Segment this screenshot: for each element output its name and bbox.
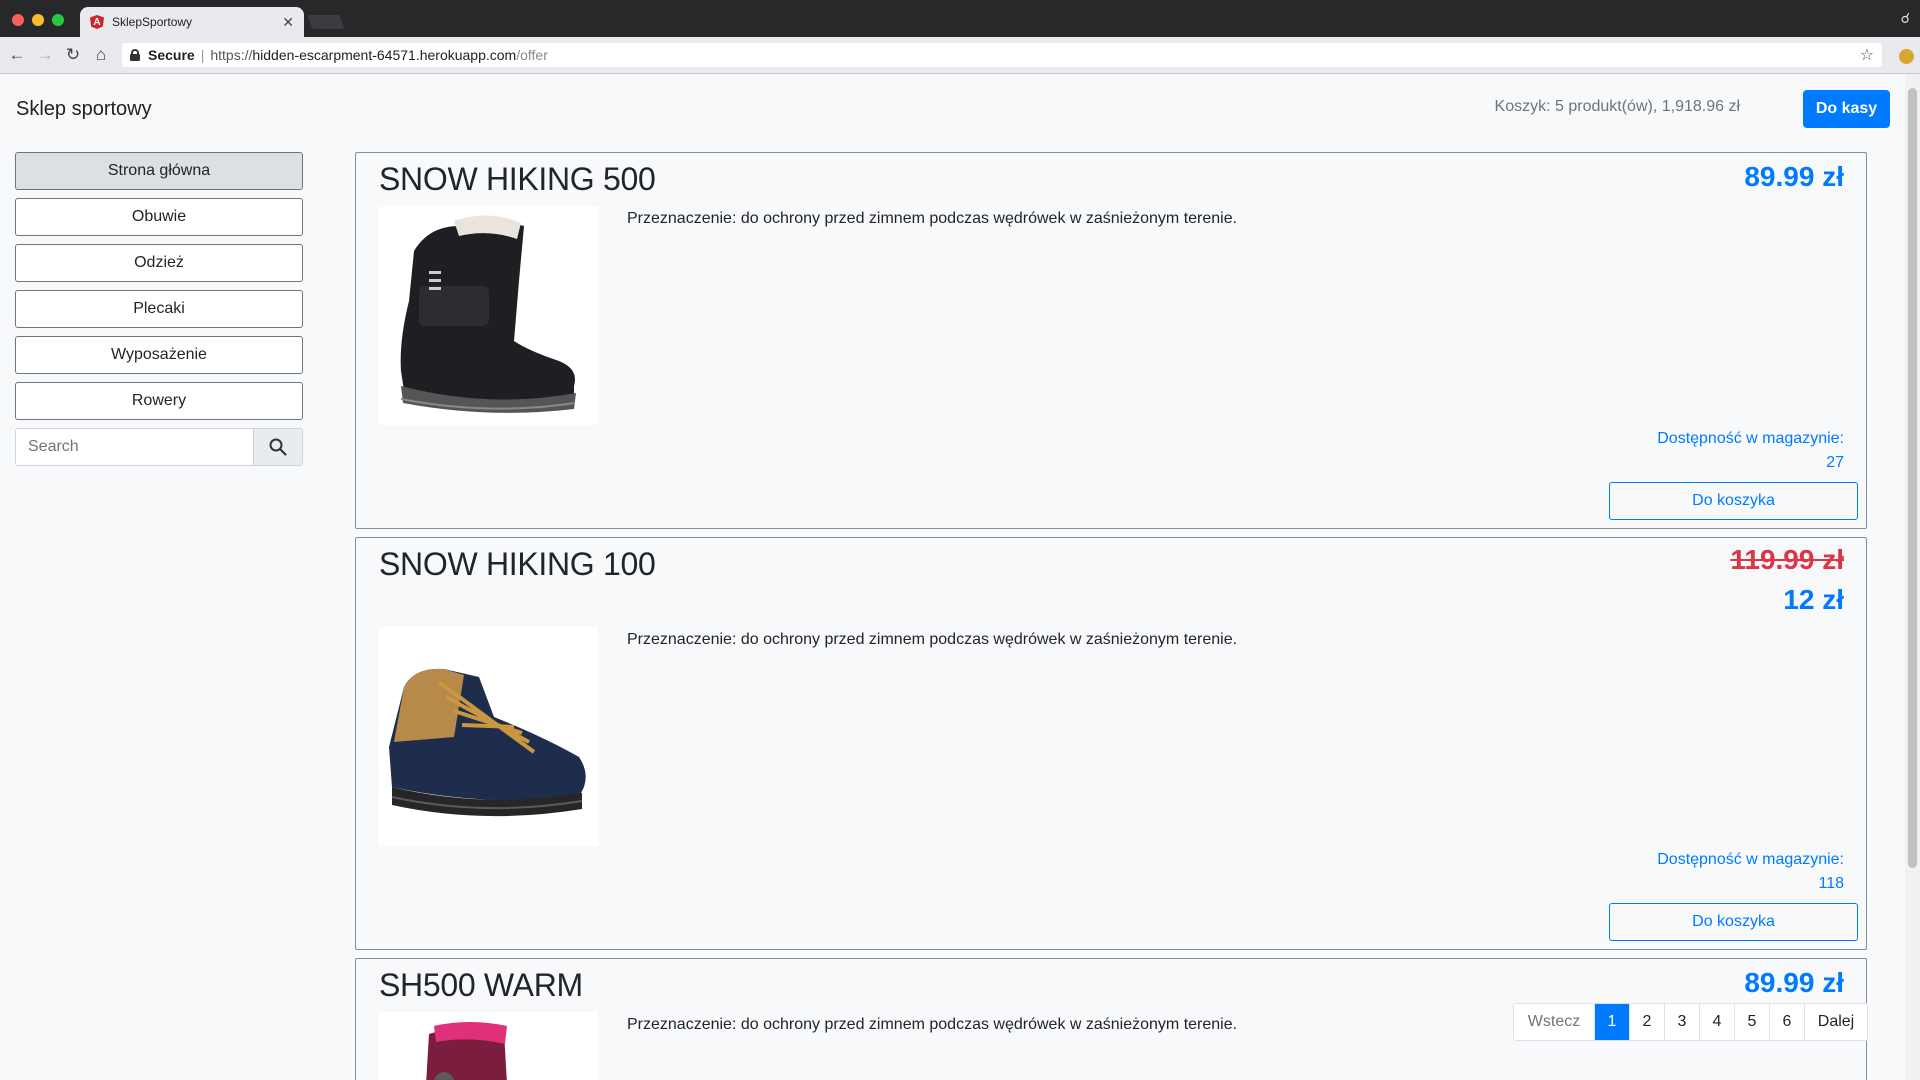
stock-count: 27 <box>1826 454 1844 471</box>
product-old-price: 119.99 zł <box>1730 544 1844 575</box>
add-to-cart-button[interactable]: Do koszyka <box>1609 482 1858 520</box>
pagination: Wstecz 1 2 3 4 5 6 Dalej <box>1513 1003 1868 1041</box>
pagination-page-6[interactable]: 6 <box>1769 1004 1804 1040</box>
product-card: SNOW HIKING 500 89.99 zł Przeznaczenie: … <box>355 152 1867 529</box>
close-window-button[interactable] <box>12 14 24 26</box>
bookmark-star-icon[interactable]: ☆ <box>1860 45 1874 65</box>
stock-label: Dostępność w magazynie: <box>1657 430 1844 447</box>
product-list: SNOW HIKING 500 89.99 zł Przeznaczenie: … <box>355 152 1867 1080</box>
page-content: Sklep sportowy Koszyk: 5 produkt(ów), 1,… <box>0 74 1905 1080</box>
pagination-page-1[interactable]: 1 <box>1594 1004 1629 1040</box>
stock-info: Dostępność w magazynie: 27 <box>1657 427 1844 475</box>
url-scheme: https:// <box>210 47 253 63</box>
product-price: 89.99 zł <box>1744 967 1844 998</box>
back-arrow-icon[interactable]: ← <box>6 44 28 66</box>
pagination-page-4[interactable]: 4 <box>1699 1004 1734 1040</box>
category-equipment-button[interactable]: Wyposażenie <box>15 336 303 374</box>
browser-tab-strip: A SklepSportowy ✕ ☌ <box>0 0 1920 37</box>
search-input[interactable] <box>16 429 253 465</box>
url-host: hidden-escarpment-64571.herokuapp.com <box>252 47 517 63</box>
pagination-prev-button[interactable]: Wstecz <box>1514 1004 1594 1040</box>
pagination-page-2[interactable]: 2 <box>1629 1004 1664 1040</box>
search-button[interactable] <box>253 429 302 465</box>
product-price: 12 zł <box>1783 584 1844 615</box>
product-description: Przeznaczenie: do ochrony przed zimnem p… <box>627 1016 1238 1033</box>
angular-favicon-icon: A <box>90 15 104 29</box>
stock-label: Dostępność w magazynie: <box>1657 851 1844 868</box>
category-home-button[interactable]: Strona główna <box>15 152 303 190</box>
pink-boot-image <box>425 1022 507 1080</box>
product-image <box>379 627 598 846</box>
product-description: Przeznaczenie: do ochrony przed zimnem p… <box>627 631 1238 648</box>
maximize-window-button[interactable] <box>52 14 64 26</box>
product-description: Przeznaczenie: do ochrony przed zimnem p… <box>627 210 1238 227</box>
category-bikes-button[interactable]: Rowery <box>15 382 303 420</box>
minimize-window-button[interactable] <box>32 14 44 26</box>
category-backpacks-button[interactable]: Plecaki <box>15 290 303 328</box>
checkout-button[interactable]: Do kasy <box>1803 90 1890 128</box>
product-name: SNOW HIKING 100 <box>379 546 656 582</box>
cart-summary: Koszyk: 5 produkt(ów), 1,918.96 zł <box>1494 98 1740 115</box>
product-price: 89.99 zł <box>1744 161 1844 192</box>
page-scrollbar[interactable] <box>1905 74 1920 1080</box>
product-card: SNOW HIKING 100 119.99 zł 12 zł Przeznac… <box>355 537 1867 950</box>
add-to-cart-button[interactable]: Do koszyka <box>1609 903 1858 941</box>
product-name: SNOW HIKING 500 <box>379 161 656 197</box>
search-icon <box>269 438 287 456</box>
address-bar[interactable]: Secure | https:// hidden-escarpment-6457… <box>122 43 1882 67</box>
scrollbar-thumb[interactable] <box>1908 88 1917 868</box>
category-clothing-button[interactable]: Odzież <box>15 244 303 282</box>
store-brand[interactable]: Sklep sportowy <box>16 98 152 121</box>
url-path: /offer <box>516 47 548 63</box>
pagination-next-button[interactable]: Dalej <box>1804 1004 1867 1040</box>
pagination-page-5[interactable]: 5 <box>1734 1004 1769 1040</box>
blue-hiking-boot-image <box>388 668 586 816</box>
reload-icon[interactable]: ↻ <box>62 44 84 66</box>
tab-title: SklepSportowy <box>112 15 193 29</box>
category-sidebar: Strona główna Obuwie Odzież Plecaki Wypo… <box>15 152 303 466</box>
forward-arrow-icon[interactable]: → <box>34 44 56 66</box>
browser-toolbar: ← → ↻ ⌂ Secure | https:// hidden-escarpm… <box>0 37 1920 74</box>
home-icon[interactable]: ⌂ <box>90 44 112 66</box>
category-footwear-button[interactable]: Obuwie <box>15 198 303 236</box>
new-tab-button[interactable] <box>307 15 345 29</box>
incognito-icon: ☌ <box>1900 10 1910 26</box>
lock-icon <box>130 49 140 61</box>
browser-tab[interactable]: A SklepSportowy ✕ <box>80 7 304 37</box>
black-boot-image <box>400 214 576 413</box>
stock-count: 118 <box>1818 875 1844 892</box>
product-image <box>379 1012 598 1080</box>
extension-icon[interactable] <box>1899 49 1914 64</box>
tab-close-icon[interactable]: ✕ <box>282 14 294 31</box>
omnibox-separator: | <box>200 47 205 63</box>
pagination-page-3[interactable]: 3 <box>1664 1004 1699 1040</box>
secure-label: Secure <box>148 47 195 63</box>
search-group <box>15 428 303 466</box>
product-image <box>379 206 598 425</box>
product-name: SH500 WARM <box>379 967 583 1003</box>
stock-info: Dostępność w magazynie: 118 <box>1657 848 1844 896</box>
